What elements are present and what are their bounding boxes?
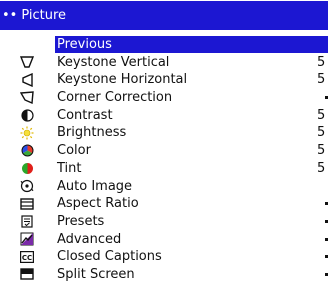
color-icon — [20, 144, 34, 157]
menu-item-label: Keystone Horizontal — [57, 72, 188, 88]
auto-image-icon — [20, 179, 34, 193]
menu-item-auto-image[interactable]: Auto Image — [0, 178, 328, 196]
brightness-icon — [20, 126, 34, 140]
keystone-horizontal-icon — [20, 72, 34, 87]
menu-title: Picture — [21, 8, 67, 23]
menu-item-presets[interactable]: Presets — [0, 213, 328, 231]
menu-item-label: Brightness — [57, 125, 127, 141]
tint-icon — [20, 162, 34, 175]
menu-item-value: 5 — [317, 160, 326, 176]
menu-item-label: Corner Correction — [57, 90, 173, 106]
split-screen-icon — [20, 268, 34, 281]
menu-item-label: Contrast — [57, 107, 113, 123]
menu-item-label: Closed Captions — [57, 249, 162, 265]
menu-item-label: Color — [57, 143, 91, 159]
menu-dots-icon: •• — [2, 8, 18, 23]
menu-title-bar: •• Picture — [0, 1, 328, 30]
menu-item-label: Auto Image — [57, 178, 133, 194]
menu-item-label: Split Screen — [57, 266, 135, 282]
menu-item-advanced[interactable]: Advanced — [0, 231, 328, 249]
presets-icon — [20, 215, 34, 228]
menu-item-label: Presets — [57, 213, 105, 229]
menu-item-previous[interactable]: Previous — [0, 36, 328, 54]
contrast-icon — [20, 109, 34, 122]
advanced-icon — [20, 232, 34, 246]
picture-menu: •• Picture Previous Keystone Vertical 5 … — [0, 0, 328, 289]
menu-item-contrast[interactable]: Contrast 5 — [0, 107, 328, 125]
menu-item-value: 5 — [317, 54, 326, 70]
menu-item-label: Previous — [57, 37, 112, 52]
keystone-vertical-icon — [20, 56, 34, 69]
menu-item-split-screen[interactable]: Split Screen — [0, 266, 328, 284]
closed-captions-icon: CC — [20, 250, 34, 263]
menu-item-label: Keystone Vertical — [57, 54, 170, 70]
menu-item-value: 5 — [317, 72, 326, 88]
menu-item-label: Tint — [57, 160, 82, 176]
aspect-ratio-icon — [20, 197, 34, 210]
menu-item-brightness[interactable]: Brightness 5 — [0, 124, 328, 142]
menu-item-value: 5 — [317, 107, 326, 123]
menu-item-closed-captions[interactable]: CC Closed Captions — [0, 248, 328, 266]
svg-text:CC: CC — [22, 254, 32, 262]
menu-item-value: 5 — [317, 143, 326, 159]
menu-item-color[interactable]: Color 5 — [0, 142, 328, 160]
menu-item-label: Aspect Ratio — [57, 196, 139, 212]
corner-correction-icon — [20, 91, 34, 105]
menu-item-tint[interactable]: Tint 5 — [0, 160, 328, 178]
menu-item-aspect-ratio[interactable]: Aspect Ratio — [0, 195, 328, 213]
menu-list: Previous Keystone Vertical 5 Keystone Ho… — [0, 36, 328, 284]
menu-item-label: Advanced — [57, 231, 122, 247]
menu-item-keystone-vertical[interactable]: Keystone Vertical 5 — [0, 54, 328, 72]
menu-item-corner-correction[interactable]: Corner Correction — [0, 89, 328, 107]
menu-item-value: 5 — [317, 125, 326, 141]
menu-item-keystone-horizontal[interactable]: Keystone Horizontal 5 — [0, 71, 328, 89]
